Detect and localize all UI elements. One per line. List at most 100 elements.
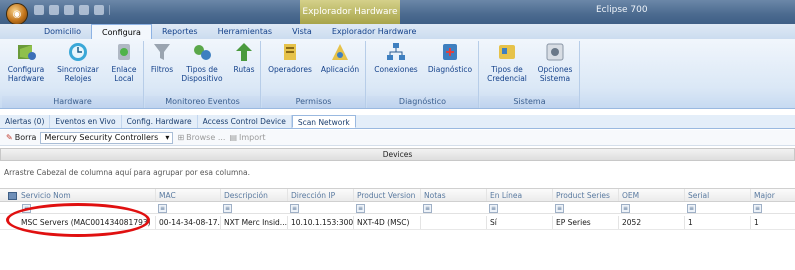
- column-chooser-icon[interactable]: [8, 192, 17, 200]
- column-header-oem[interactable]: OEM: [618, 189, 684, 201]
- qat-save-icon[interactable]: [34, 5, 44, 15]
- group-title-sistema: Sistema: [480, 96, 579, 108]
- app-title: Eclipse 700: [596, 5, 648, 15]
- ribbon-group-diagnostico: Conexiones Diagnóstico Diagnóstico: [367, 41, 479, 108]
- tab-reportes[interactable]: Reportes: [152, 24, 208, 39]
- column-header-product-series[interactable]: Product Series: [552, 189, 618, 201]
- group-title-diagnostico: Diagnóstico: [367, 96, 478, 108]
- cell-notas[interactable]: [420, 216, 486, 229]
- opciones-sistema-button[interactable]: Opciones Sistema: [534, 41, 576, 83]
- hardware-config-icon: [18, 45, 36, 60]
- column-header-notas[interactable]: Notas: [420, 189, 486, 201]
- conexiones-button[interactable]: Conexiones: [371, 41, 421, 74]
- qat-refresh-icon[interactable]: [79, 5, 89, 15]
- column-header-en-linea[interactable]: En Línea: [486, 189, 552, 201]
- cell-direccion-ip[interactable]: 10.10.1.153:3001: [287, 216, 353, 229]
- filter-icon[interactable]: ≡: [621, 204, 630, 213]
- column-header-descripcion[interactable]: Descripción: [220, 189, 287, 201]
- column-header-direccion-ip[interactable]: Dirección IP: [287, 189, 353, 201]
- import-icon: ▤: [229, 133, 238, 142]
- filter-icon[interactable]: ≡: [687, 204, 696, 213]
- tab-herramientas[interactable]: Herramientas: [208, 24, 283, 39]
- tab-vista[interactable]: Vista: [282, 24, 322, 39]
- routes-icon: [236, 43, 252, 61]
- grid-header-row: Servicio Nom MAC Descripción Dirección I…: [0, 188, 795, 202]
- cell-major[interactable]: 1: [750, 216, 795, 229]
- credential-types-icon: [499, 45, 515, 59]
- delete-button[interactable]: ✎ Borra: [6, 133, 36, 142]
- connections-icon: [387, 43, 405, 60]
- column-header-serial[interactable]: Serial: [684, 189, 750, 201]
- cell-oem[interactable]: 2052: [618, 216, 684, 229]
- ribbon-group-permisos: Operadores Aplicación Permisos: [262, 41, 366, 108]
- tab-configura[interactable]: Configura: [91, 24, 152, 39]
- browse-button[interactable]: ⊞ Browse ...: [177, 133, 225, 142]
- cell-descripcion[interactable]: NXT Merc Insid...: [220, 216, 287, 229]
- ribbon: Configura Hardware Sincronizar Relojes Enl…: [0, 39, 795, 109]
- qat-separator: [109, 5, 110, 15]
- ribbon-group-sistema: Tipos de Credencial Opciones Sistema Siste…: [480, 41, 580, 108]
- group-title-monitoreo-eventos: Monitoreo Eventos: [145, 96, 260, 108]
- highlight-oval: [6, 203, 150, 237]
- group-title-hardware: Hardware: [2, 96, 143, 108]
- group-title-permisos: Permisos: [262, 96, 365, 108]
- filter-icon[interactable]: ≡: [158, 204, 167, 213]
- qat-undo-icon[interactable]: [94, 5, 104, 15]
- ribbon-tab-bar: Domicilio Configura Reportes Herramienta…: [0, 24, 795, 39]
- document-tab-bar: Alertas (0) Eventos en Vivo Config. Hard…: [0, 115, 795, 129]
- tipos-credencial-button[interactable]: Tipos de Credencial: [484, 41, 530, 83]
- sync-clock-icon: [69, 43, 87, 61]
- controller-type-select[interactable]: Mercury Security Controllers ▾: [40, 131, 174, 144]
- rutas-button[interactable]: Rutas: [231, 41, 257, 74]
- ribbon-group-hardware: Configura Hardware Sincronizar Relojes Enl…: [2, 41, 144, 108]
- qat-users-icon[interactable]: [64, 5, 74, 15]
- chevron-down-icon: ▾: [165, 133, 170, 142]
- aplicacion-button[interactable]: Aplicación: [318, 41, 362, 74]
- tab-scan-network[interactable]: Scan Network: [291, 115, 356, 128]
- filtros-button[interactable]: Filtros: [149, 41, 175, 74]
- operadores-button[interactable]: Operadores: [266, 41, 314, 74]
- qat-print-icon[interactable]: [49, 5, 59, 15]
- cell-en-linea[interactable]: Sí: [486, 216, 552, 229]
- tab-alertas[interactable]: Alertas (0): [0, 115, 51, 128]
- local-link-icon: [118, 44, 130, 60]
- sincronizar-relojes-button[interactable]: Sincronizar Relojes: [54, 41, 102, 83]
- column-header-servicio-nom[interactable]: Servicio Nom: [18, 189, 155, 201]
- cell-product-version[interactable]: NXT-4D (MSC): [353, 216, 420, 229]
- filter-icon[interactable]: ≡: [290, 204, 299, 213]
- filter-icon[interactable]: ≡: [555, 204, 564, 213]
- configura-hardware-button[interactable]: Configura Hardware: [6, 41, 46, 83]
- cell-serial[interactable]: 1: [684, 216, 750, 229]
- quick-access-toolbar: [34, 5, 110, 15]
- cell-mac[interactable]: 00-14-34-08-17...: [155, 216, 220, 229]
- browse-icon: ⊞: [177, 133, 185, 142]
- ribbon-group-monitoreo-eventos: Filtros Tipos de Dispositivo Rutas Monito…: [145, 41, 261, 108]
- tab-config-hardware[interactable]: Config. Hardware: [122, 115, 198, 128]
- tab-eventos-en-vivo[interactable]: Eventos en Vivo: [50, 115, 122, 128]
- filter-icon[interactable]: ≡: [423, 204, 432, 213]
- diagnostic-icon: [443, 44, 457, 60]
- tab-access-control-device[interactable]: Access Control Device: [198, 115, 292, 128]
- filter-icon[interactable]: ≡: [753, 204, 762, 213]
- tab-explorador-hardware[interactable]: Explorador Hardware: [322, 24, 427, 39]
- import-button[interactable]: ▤ Import: [229, 133, 265, 142]
- cell-product-series[interactable]: EP Series: [552, 216, 618, 229]
- title-bar: ◉ Explorador Hardware Eclipse 700: [0, 0, 795, 25]
- column-header-product-version[interactable]: Product Version: [353, 189, 420, 201]
- grid-caption: Devices: [0, 148, 795, 161]
- operators-icon: [284, 44, 296, 60]
- tab-domicilio[interactable]: Domicilio: [34, 24, 91, 39]
- column-header-mac[interactable]: MAC: [155, 189, 220, 201]
- tipos-dispositivo-button[interactable]: Tipos de Dispositivo: [179, 41, 225, 83]
- filter-icon[interactable]: ≡: [356, 204, 365, 213]
- contextual-window-title: Explorador Hardware: [300, 0, 400, 24]
- enlace-local-button[interactable]: Enlace Local: [108, 41, 140, 83]
- system-options-icon: [546, 43, 564, 61]
- column-header-major[interactable]: Major: [750, 189, 795, 201]
- diagnostico-button[interactable]: Diagnóstico: [425, 41, 475, 74]
- filter-icon[interactable]: ≡: [489, 204, 498, 213]
- filter-icon[interactable]: ≡: [223, 204, 232, 213]
- filter-icon: [154, 44, 170, 60]
- app-orb-icon[interactable]: ◉: [6, 3, 28, 25]
- group-by-panel[interactable]: Arrastre Cabezal de columna aquí para ag…: [0, 168, 795, 180]
